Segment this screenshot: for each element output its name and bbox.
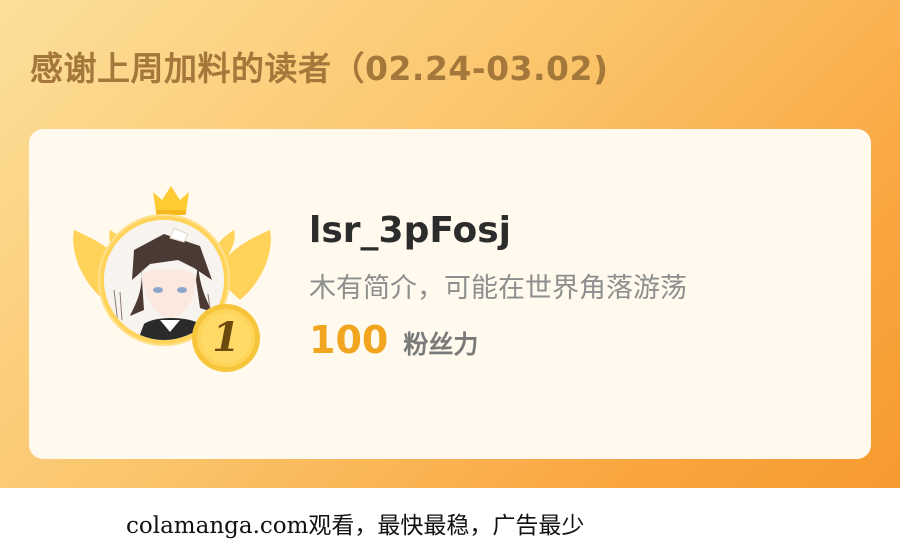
avatar-frame: 1: [70, 180, 275, 380]
reader-bio: 木有简介，可能在世界角落游荡: [309, 273, 687, 304]
banner-title: 感谢上周加料的读者（02.24-03.02): [30, 49, 609, 88]
fans-power: 100 粉丝力: [309, 318, 478, 362]
fans-power-value: 100: [309, 318, 389, 362]
rank-badge: 1: [190, 302, 262, 374]
footer: colamanga.com观看，最快最稳，广告最少: [0, 488, 900, 550]
fans-power-label: 粉丝力: [403, 330, 479, 359]
rank-number: 1: [212, 314, 240, 361]
reader-username[interactable]: lsr_3pFosj: [309, 210, 511, 251]
crown-icon: [153, 186, 189, 215]
footer-watermark-text: colamanga.com观看，最快最稳，广告最少: [126, 513, 585, 539]
thanks-banner: 感谢上周加料的读者（02.24-03.02) 1 lsr_3pFosj 木有简介…: [0, 0, 900, 488]
